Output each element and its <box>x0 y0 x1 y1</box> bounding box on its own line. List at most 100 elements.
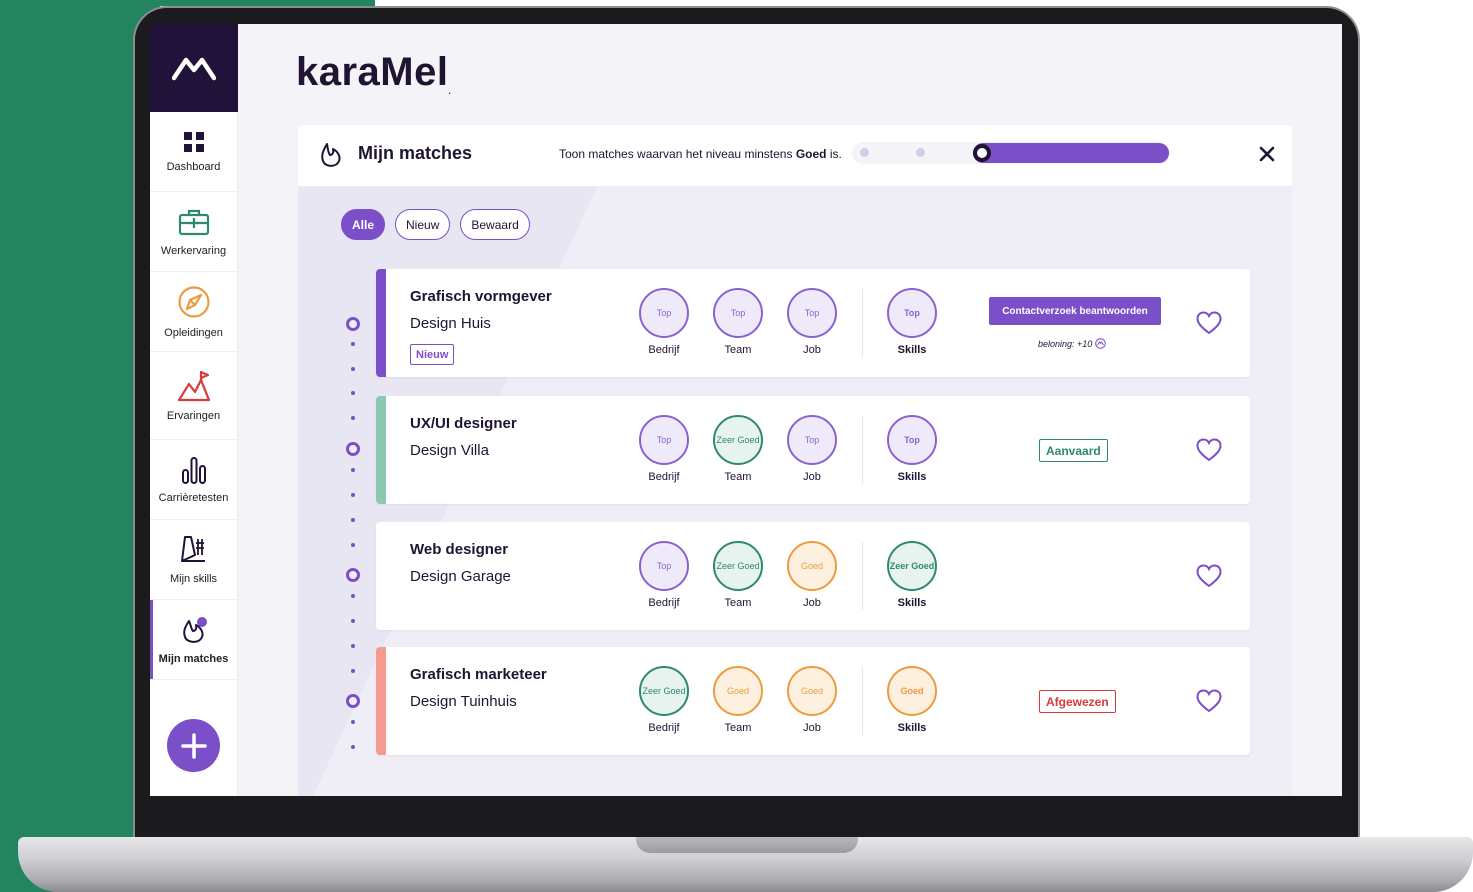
sidebar-item-mijn-matches[interactable]: Mijn matches <box>150 600 237 680</box>
divider <box>862 667 863 735</box>
status-badge-accepted: Aanvaard <box>1039 439 1108 462</box>
divider <box>862 289 863 357</box>
timeline-node <box>346 568 360 582</box>
heart-icon <box>1196 564 1222 588</box>
level-slider[interactable] <box>852 142 1170 164</box>
heart-icon <box>1196 438 1222 462</box>
mountain-flag-icon <box>177 370 210 401</box>
laptop-notch <box>636 837 858 853</box>
filter-chips: Alle Nieuw Bewaard <box>341 209 530 240</box>
score-job: Top Job <box>786 415 838 483</box>
company-name: Design Villa <box>410 442 489 459</box>
company-name: Design Garage <box>410 568 511 585</box>
slider-fill <box>973 143 1169 163</box>
sidebar-item-label: Ervaringen <box>166 409 221 422</box>
card-accent <box>376 269 386 377</box>
timeline-dot <box>351 745 355 749</box>
score-label: Job <box>803 344 821 356</box>
timeline-node <box>346 442 360 456</box>
card-accent <box>376 647 386 755</box>
sidebar-item-label: Opleidingen <box>164 326 223 339</box>
flame-icon <box>321 143 341 167</box>
grid-icon <box>183 131 204 152</box>
score-job: Goed Job <box>786 666 838 734</box>
score-label: Skills <box>897 471 927 483</box>
timeline-node <box>346 694 360 708</box>
briefcase-icon <box>178 209 209 235</box>
timeline <box>346 270 360 780</box>
reward-text: beloning: +10 <box>1038 338 1107 349</box>
score-skills: Zeer Goed Skills <box>886 541 938 609</box>
slider-handle[interactable] <box>973 144 991 162</box>
close-icon <box>1259 146 1275 162</box>
save-heart-button[interactable] <box>1195 687 1223 715</box>
sidebar-item-mijn-skills[interactable]: Mijn skills <box>150 520 237 600</box>
score-team: Zeer Goed Team <box>712 415 764 483</box>
status-badge-rejected: Afgewezen <box>1039 690 1116 713</box>
save-heart-button[interactable] <box>1195 309 1223 337</box>
score-label: Skills <box>897 597 927 609</box>
save-heart-button[interactable] <box>1195 436 1223 464</box>
sidebar-item-dashboard[interactable]: Dashboard <box>150 112 237 192</box>
sidebar-item-label: Mijn skills <box>169 572 218 585</box>
filter-chip-nieuw[interactable]: Nieuw <box>395 209 451 240</box>
score-skills: Goed Skills <box>886 666 938 734</box>
score-label: Bedrijf <box>648 597 680 609</box>
match-card[interactable]: Grafisch vormgever Design Huis Nieuw Top… <box>376 269 1250 377</box>
filter-chip-bewaard[interactable]: Bewaard <box>460 209 530 240</box>
reward-mountain-icon <box>1095 338 1107 349</box>
match-card[interactable]: Grafisch marketeer Design Tuinhuis Zeer … <box>376 647 1250 755</box>
sidebar-item-label: Dashboard <box>166 160 221 173</box>
score-circle: Top <box>639 541 689 591</box>
score-circle: Top <box>639 415 689 465</box>
timeline-dot <box>351 468 355 472</box>
score-circle: Top <box>713 288 763 338</box>
score-label: Skills <box>897 344 927 356</box>
answer-contact-request-button[interactable]: Contactverzoek beantwoorden <box>989 297 1161 325</box>
sidebar: Dashboard Werkervaring Opleidingen Ervar… <box>150 24 238 796</box>
plus-icon <box>180 732 207 759</box>
match-card[interactable]: Web designer Design Garage Top Bedrijf Ze… <box>376 522 1250 630</box>
company-name: Design Tuinhuis <box>410 693 517 710</box>
reward-label: beloning: +10 <box>1038 338 1093 349</box>
score-circle: Top <box>787 415 837 465</box>
score-bedrijf: Top Bedrijf <box>638 541 690 609</box>
score-bedrijf: Top Bedrijf <box>638 415 690 483</box>
score-bedrijf: Zeer Goed Bedrijf <box>638 666 690 734</box>
brand-trademark: . <box>448 87 452 96</box>
timeline-dot <box>351 518 355 522</box>
sidebar-item-carrieretesten[interactable]: Carrièretesten <box>150 440 237 520</box>
skills-icon <box>180 535 205 562</box>
score-job: Goed Job <box>786 541 838 609</box>
timeline-node <box>346 317 360 331</box>
score-team: Zeer Goed Team <box>712 541 764 609</box>
app-logo[interactable] <box>150 24 238 112</box>
filter-chip-alle[interactable]: Alle <box>341 209 386 240</box>
score-circle: Goed <box>787 666 837 716</box>
score-circle: Top <box>887 288 937 338</box>
score-circle: Zeer Goed <box>639 666 689 716</box>
sidebar-item-opleidingen[interactable]: Opleidingen <box>150 272 237 352</box>
timeline-dot <box>351 416 355 420</box>
close-button[interactable] <box>1254 141 1280 167</box>
timeline-dot <box>351 619 355 623</box>
score-label: Job <box>803 597 821 609</box>
score-team: Goed Team <box>712 666 764 734</box>
level-desc-level: Goed <box>795 147 827 161</box>
new-badge: Nieuw <box>410 344 455 365</box>
score-label: Team <box>724 722 752 734</box>
sidebar-item-label: Mijn matches <box>158 652 229 665</box>
sidebar-item-ervaringen[interactable]: Ervaringen <box>150 352 237 440</box>
job-title: Grafisch marketeer <box>410 666 547 683</box>
flame-icon <box>182 616 207 643</box>
score-team: Top Team <box>712 288 764 356</box>
save-heart-button[interactable] <box>1195 562 1223 590</box>
timeline-dot <box>351 594 355 598</box>
divider <box>862 542 863 610</box>
job-title: Grafisch vormgever <box>410 288 552 305</box>
score-circle: Goed <box>713 666 763 716</box>
match-card[interactable]: UX/UI designer Design Villa Top Bedrijf Z… <box>376 396 1250 504</box>
card-accent <box>376 396 386 504</box>
sidebar-item-werkervaring[interactable]: Werkervaring <box>150 192 237 272</box>
add-button[interactable] <box>167 719 220 772</box>
